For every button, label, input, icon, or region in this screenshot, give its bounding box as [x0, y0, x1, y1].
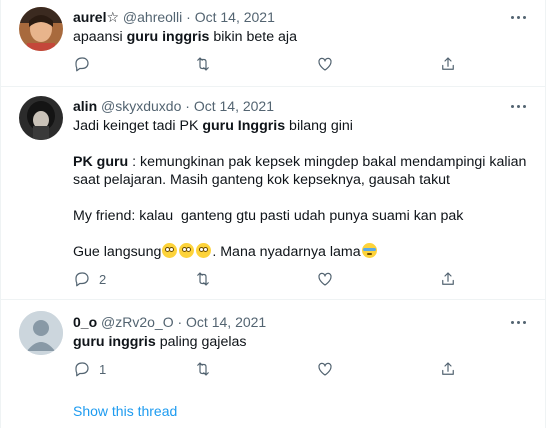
display-name[interactable]: 0_o: [73, 314, 97, 330]
user-handle[interactable]: @zRv2o_O: [101, 314, 174, 330]
share-icon: [442, 362, 454, 375]
bold-segment: guru Inggris: [202, 118, 286, 134]
display-name[interactable]: aurel☆: [73, 9, 119, 25]
text-segment: Gue langsung: [73, 244, 162, 260]
bold-segment: guru inggris: [73, 334, 156, 350]
like-button[interactable]: [316, 360, 334, 378]
tweet-header: 0_o @zRv2o_O · Oct 14, 2021: [73, 313, 266, 331]
user-handle[interactable]: @skyxduxdo: [101, 98, 181, 114]
text-segment: apaansi: [73, 29, 127, 45]
reply-button[interactable]: [73, 55, 91, 73]
show-thread-link[interactable]: Show this thread: [73, 403, 177, 419]
bold-segment: PK guru: [73, 154, 129, 170]
tweet-text: apaansi guru inggris bikin bete aja: [73, 28, 533, 46]
heart-icon: [318, 362, 332, 376]
more-icon[interactable]: [508, 8, 528, 26]
text-segment: . Mana nyadarnya lama: [212, 244, 361, 260]
reply-icon: [75, 272, 89, 287]
like-button[interactable]: [316, 55, 334, 73]
tweet-aurel[interactable]: aurel☆ @ahreolli · Oct 14, 2021 apaansi …: [0, 0, 546, 86]
separator: ·: [182, 9, 195, 25]
reply-button[interactable]: 2: [73, 270, 106, 288]
avatar[interactable]: [19, 96, 63, 140]
share-button[interactable]: [439, 360, 457, 378]
tweet-actions: 2: [73, 270, 473, 290]
retweet-icon: [197, 57, 209, 71]
text-segment: : kemungkinan pak kepsek mingdep bakal m…: [73, 154, 531, 188]
retweet-button[interactable]: [194, 270, 212, 288]
avatar[interactable]: [19, 7, 63, 51]
flushed-face-emoji: [196, 243, 212, 258]
text-line: Jadi keinget tadi PK guru Inggris bilang…: [73, 117, 533, 135]
more-icon[interactable]: [508, 97, 528, 115]
share-icon: [442, 57, 454, 70]
share-button[interactable]: [439, 55, 457, 73]
reply-icon: [75, 362, 89, 377]
text-paragraph: My friend: kalau ganteng gtu pasti udah …: [73, 208, 464, 224]
separator: ·: [173, 314, 187, 330]
tweet-text: Jadi keinget tadi PK guru Inggris bilang…: [73, 117, 533, 261]
tweet-date[interactable]: Oct 14, 2021: [194, 98, 274, 114]
display-name[interactable]: alin: [73, 98, 97, 114]
tweet-date[interactable]: Oct 14, 2021: [186, 314, 266, 330]
retweet-icon: [197, 272, 209, 286]
heart-icon: [318, 272, 332, 286]
retweet-button[interactable]: [194, 360, 212, 378]
avatar[interactable]: [19, 311, 63, 355]
avatar-photo-icon: [19, 96, 63, 140]
default-profile-icon: [19, 311, 63, 355]
tweet-actions: 1: [73, 360, 473, 380]
user-handle[interactable]: @ahreolli: [123, 9, 182, 25]
heart-icon: [318, 57, 332, 71]
flushed-face-emoji: [162, 243, 178, 258]
more-icon[interactable]: [508, 313, 528, 331]
retweet-icon: [197, 362, 209, 376]
text-segment: bikin bete aja: [209, 29, 297, 45]
retweet-button[interactable]: [194, 55, 212, 73]
tweet-date[interactable]: Oct 14, 2021: [195, 9, 275, 25]
tweet-actions: [73, 55, 473, 75]
loudly-crying-face-emoji: [361, 243, 377, 258]
text-paragraph: Gue langsung . Mana nyadarnya lama: [73, 243, 533, 261]
reply-icon: [75, 57, 89, 72]
text-segment: Jadi keinget tadi PK: [73, 118, 203, 134]
tweet-text: guru inggris paling gajelas: [73, 333, 533, 351]
reply-button[interactable]: 1: [73, 360, 106, 378]
separator: ·: [181, 98, 194, 114]
like-button[interactable]: [316, 270, 334, 288]
bold-segment: guru inggris: [126, 29, 210, 45]
reply-count: 2: [99, 271, 107, 287]
text-segment: paling gajelas: [155, 334, 247, 350]
share-button[interactable]: [439, 270, 457, 288]
tweet-header: alin @skyxduxdo · Oct 14, 2021: [73, 97, 274, 115]
reply-count: 1: [99, 361, 107, 377]
text-segment: bilang gini: [285, 118, 353, 134]
flushed-face-emoji: [179, 243, 195, 258]
text-paragraph: PK guru : kemungkinan pak kepsek mingdep…: [73, 153, 533, 189]
tweet-alin[interactable]: alin @skyxduxdo · Oct 14, 2021 Jadi kein…: [0, 87, 546, 299]
tweet-header: aurel☆ @ahreolli · Oct 14, 2021: [73, 8, 275, 26]
share-icon: [442, 272, 454, 285]
avatar-photo-icon: [19, 7, 63, 51]
